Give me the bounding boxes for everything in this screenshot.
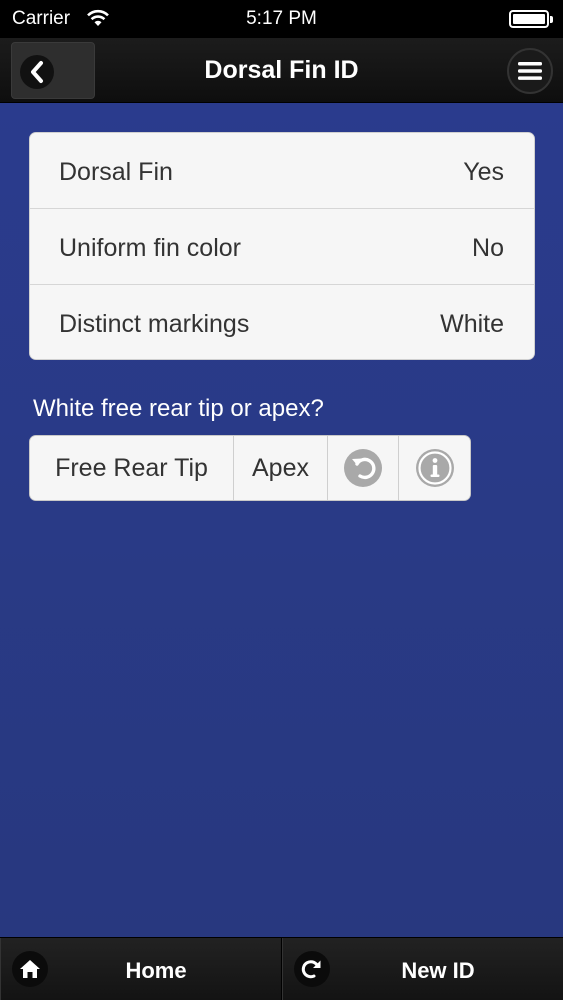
list-item-uniform-fin-color[interactable]: Uniform fin color No xyxy=(30,209,534,285)
row-value: White xyxy=(440,310,504,338)
content-area: Dorsal Fin Yes Uniform fin color No Dist… xyxy=(0,103,563,937)
row-label: Dorsal Fin xyxy=(59,158,173,186)
home-button[interactable]: Home xyxy=(0,938,282,1000)
free-rear-tip-button[interactable]: Free Rear Tip xyxy=(30,436,234,500)
row-label: Uniform fin color xyxy=(59,234,241,262)
question-text: White free rear tip or apex? xyxy=(33,395,324,422)
menu-button[interactable] xyxy=(507,48,553,94)
list-item-dorsal-fin[interactable]: Dorsal Fin Yes xyxy=(30,133,534,209)
hamburger-menu-icon xyxy=(518,62,542,80)
answer-button-group: Free Rear Tip Apex xyxy=(29,435,471,501)
home-label: Home xyxy=(125,958,187,983)
apex-button[interactable]: Apex xyxy=(234,436,328,500)
header-bar: Dorsal Fin ID xyxy=(0,38,563,103)
row-label: Distinct markings xyxy=(59,310,250,338)
footer-nav: Home New ID xyxy=(0,937,563,1000)
list-item-distinct-markings[interactable]: Distinct markings White xyxy=(30,285,534,359)
undo-icon xyxy=(344,449,382,487)
back-button[interactable] xyxy=(11,42,95,99)
new-id-button[interactable]: New ID xyxy=(282,938,563,1000)
status-bar: Carrier 5:17 PM xyxy=(0,0,563,38)
summary-list: Dorsal Fin Yes Uniform fin color No Dist… xyxy=(29,132,535,360)
undo-button[interactable] xyxy=(328,436,399,500)
battery-icon xyxy=(509,10,553,28)
new-id-label: New ID xyxy=(401,958,475,983)
clock: 5:17 PM xyxy=(246,8,317,29)
info-button[interactable] xyxy=(399,436,470,500)
page-title: Dorsal Fin ID xyxy=(204,56,359,84)
row-value: Yes xyxy=(463,158,504,186)
chevron-left-icon xyxy=(31,61,43,83)
info-icon xyxy=(415,449,454,487)
row-value: No xyxy=(472,234,504,262)
